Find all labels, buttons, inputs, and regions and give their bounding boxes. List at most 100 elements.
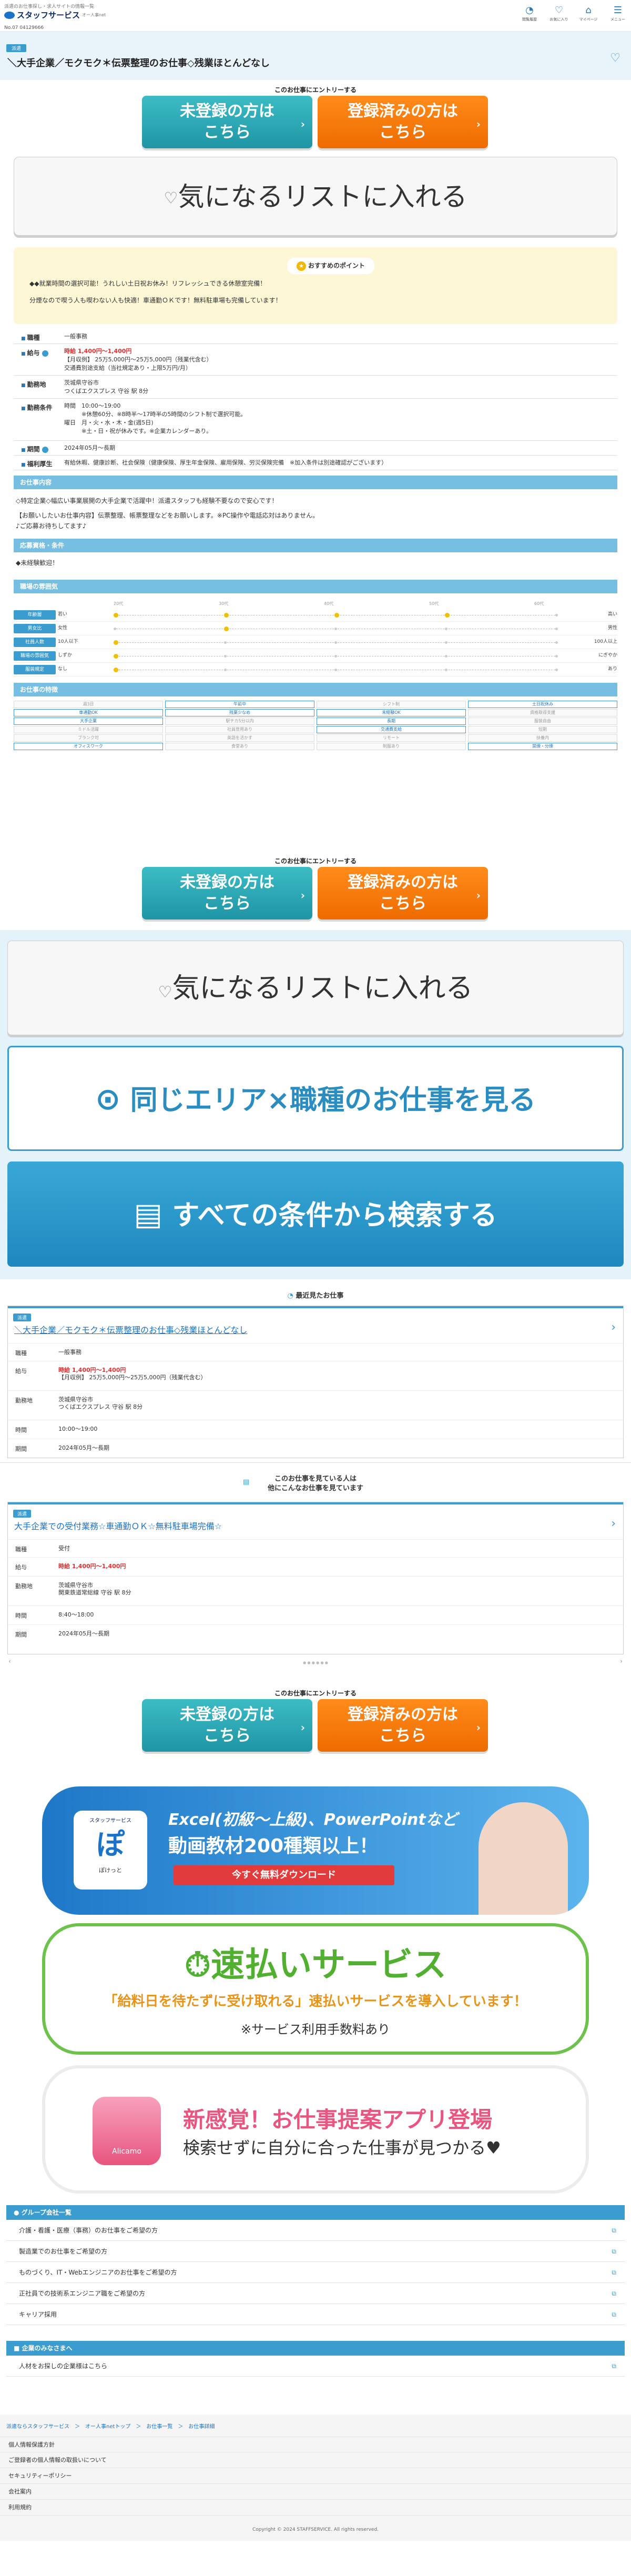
env-row: 職場の雰囲気 しずか にぎやか xyxy=(14,651,617,663)
same-area-jobs-button[interactable]: ⊙ 同じエリア×職種のお仕事を見る xyxy=(7,1046,624,1151)
logo-mark-icon xyxy=(4,11,15,19)
pocket-banner[interactable]: スタッフサービスぽぽけっと Excel(初級〜上級)、PowerPointなど … xyxy=(42,1786,589,1915)
env-level-dot xyxy=(445,669,447,671)
footer-link[interactable]: 個人情報保護方針 xyxy=(0,2437,631,2452)
env-level-dot xyxy=(224,641,227,644)
env-row: 年齢層 若い 高い xyxy=(14,610,617,622)
env-row: 社員人数 10人以下 100人以上 xyxy=(14,638,617,649)
recommend-box: ★ おすすめのポイント ◆◆就業時間の選択可能！うれしい土日祝お休み！リフレッシュ… xyxy=(14,247,617,324)
carousel-dots[interactable]: ● ● ● ● ● ● xyxy=(0,1661,631,1665)
section-heading-skills: 応募資格・条件 xyxy=(14,539,617,552)
site-logo[interactable]: スタッフサービス オー人事net xyxy=(4,9,106,21)
footer-link[interactable]: ご登録者の個人情報の取扱いについて xyxy=(0,2452,631,2468)
group-link[interactable]: 正社員での技術系エンジニア職をご希望の方 ⧉ xyxy=(6,2283,625,2304)
add-favorite-button[interactable]: ♡気になるリストに入れる xyxy=(7,941,624,1035)
env-level-dot xyxy=(334,641,337,644)
job-card[interactable]: 派遣 大手企業での受付業務☆車通勤ＯＫ☆無料駐車場完備☆ › 職種 受付 給与 時給… xyxy=(7,1502,624,1654)
heart-icon: ♡ xyxy=(158,983,172,1002)
env-left-label: 10人以下 xyxy=(58,639,78,644)
env-level-dot xyxy=(555,628,558,630)
footer-link[interactable]: 利用規約 xyxy=(0,2500,631,2516)
footer-link[interactable]: セキュリティーポリシー xyxy=(0,2468,631,2484)
info-icon[interactable] xyxy=(42,350,48,357)
section-heading-features: お仕事の特徴 xyxy=(14,683,617,696)
env-level-dot xyxy=(334,655,337,658)
registered-entry-button[interactable]: 登録済みの方は こちら › xyxy=(318,1699,488,1752)
also-viewed-section: ▤ このお仕事を見ている人は 他にこんなお仕事を見ています 派遣 大手企業での受付業… xyxy=(0,1462,631,1683)
recommend-badge: ★ おすすめのポイント xyxy=(287,258,375,274)
section-heading-about: お仕事内容 xyxy=(14,476,617,489)
detail-row: 勤務地茨城県守谷市つくばエクスプレス 守谷 駅 8分 xyxy=(14,376,617,399)
job-card[interactable]: 派遣 ＼大手企業／モクモク＊伝票整理のお仕事◇残業ほとんどなし › 職種 一般事務… xyxy=(7,1306,624,1458)
env-level-dot xyxy=(334,628,337,630)
env-level-dot xyxy=(114,628,116,630)
site-footer: 派遣ならスタッフサービス ＞ オー人事netトップ ＞ お仕事一覧 ＞ お仕事詳… xyxy=(0,2415,631,2541)
job-card-title[interactable]: 大手企業での受付業務☆車通勤ＯＫ☆無料駐車場完備☆ xyxy=(14,1519,222,1532)
chevron-right-icon: › xyxy=(476,1721,481,1734)
registered-entry-button[interactable]: 登録済みの方は こちら › xyxy=(318,867,488,920)
job-info-section: ◇特定企業◇幅広い事業展開の大手企業で活躍中！派遣スタッフも経験不要なので安心で… xyxy=(0,492,631,851)
env-level-dot xyxy=(555,655,558,658)
group-link[interactable]: 介護・看護・医療（事務）のお仕事をご希望の方 ⧉ xyxy=(6,2220,625,2241)
group-link[interactable]: ものづくり、IT・Webエンジニアのお仕事をご希望の方 ⧉ xyxy=(6,2262,625,2283)
env-right-label: 100人以上 xyxy=(594,639,617,644)
external-link-icon: ⧉ xyxy=(612,2227,616,2234)
entry-caption: このお仕事にエントリーする xyxy=(274,86,357,94)
recommend-points: ★ おすすめのポイント ◆◆就業時間の選択可能！うれしい土日祝お休み！リフレッシュ… xyxy=(0,244,631,329)
group-link[interactable]: 製造業でのお仕事をご希望の方 ⧉ xyxy=(6,2241,625,2262)
env-level-dot xyxy=(224,613,229,618)
env-row: 服装規定 なし あり xyxy=(14,665,617,676)
about-text-2: 【お願いしたいお仕事内容】伝票整理、帳票整理などをお願いします。※PC操作や電話… xyxy=(16,512,319,519)
env-level-dot xyxy=(445,613,450,618)
document-icon: ▤ xyxy=(243,1478,250,1486)
external-link-icon: ⧉ xyxy=(612,2269,616,2276)
info-icon[interactable] xyxy=(42,446,48,453)
env-right-label: 高い xyxy=(607,612,617,617)
feature-tag: ブランク可 xyxy=(14,734,163,742)
chevron-right-icon: › xyxy=(476,889,481,902)
favorites-button[interactable]: ♡ お気に入り xyxy=(549,4,569,22)
mypage-button[interactable]: ⌂ マイページ xyxy=(578,4,598,22)
corp-link[interactable]: 人材をお探しの企業様はこちら ⧉ xyxy=(6,2356,625,2377)
heart-icon: ♡ xyxy=(554,5,564,16)
recently-viewed-section: ◔ 最近見たお仕事 派遣 ＼大手企業／モクモク＊伝票整理のお仕事◇残業ほとんどな… xyxy=(0,1279,631,1462)
entry-section-2: このお仕事にエントリーする 未登録の方は こちら › 登録済みの方は こちら › xyxy=(0,851,631,930)
feature-tag: 土日祝休み xyxy=(468,701,617,708)
detail-row: 職種一般事務 xyxy=(14,329,617,344)
feature-tag: リモート xyxy=(317,734,466,742)
job-details-table: 職種一般事務 給与時給 1,400円〜1,400円【月収例】 25万5,000円… xyxy=(0,329,631,492)
env-level-dot xyxy=(224,627,229,631)
feature-tag: 駅チカ5分以内 xyxy=(165,718,314,725)
env-level-dot xyxy=(445,628,447,630)
hayabarai-banner[interactable]: ⏱速払いサービス 「給料日を待たずに受け取れる」速払いサービスを導入しています！… xyxy=(42,1923,589,2055)
unregistered-entry-button[interactable]: 未登録の方は こちら › xyxy=(142,1699,312,1752)
unregistered-entry-button[interactable]: 未登録の方は こちら › xyxy=(142,867,312,920)
breadcrumb[interactable]: 派遣ならスタッフサービス ＞ オー人事netトップ ＞ お仕事一覧 ＞ お仕事詳… xyxy=(6,2422,215,2430)
entry-caption: このお仕事にエントリーする xyxy=(274,857,357,865)
detail-row: 期間2024年05月〜長期 xyxy=(14,441,617,456)
alicamo-banner[interactable]: Alicamo 新感覚！お仕事提案アプリ登場 検索せずに自分に合った仕事が見つか… xyxy=(42,2065,589,2194)
document-search-icon: ▤ xyxy=(134,1196,163,1232)
external-link-icon: ⧉ xyxy=(612,2311,616,2318)
search-all-conditions-button[interactable]: ▤ すべての条件から検索する xyxy=(7,1161,624,1267)
unregistered-entry-button[interactable]: 未登録の方は こちら › xyxy=(142,96,312,148)
env-left-label: 若い xyxy=(58,612,68,617)
footer-link[interactable]: 会社案内 xyxy=(0,2484,631,2500)
chevron-right-icon: › xyxy=(476,118,481,130)
copyright: Copyright © 2024 STAFFSERVICE. All right… xyxy=(252,2527,379,2532)
feature-tag: 制服あり xyxy=(317,743,466,750)
heart-icon[interactable]: ♡ xyxy=(610,52,620,65)
env-row-label: 年齢層 xyxy=(14,610,56,620)
feature-tag: 短期 xyxy=(468,726,617,733)
add-favorite-button[interactable]: ♡気になるリストに入れる xyxy=(14,157,617,236)
registered-entry-button[interactable]: 登録済みの方は こちら › xyxy=(318,96,488,148)
history-button[interactable]: ◔ 閲覧履歴 xyxy=(520,4,540,22)
menu-button[interactable]: ☰ メニュー xyxy=(608,4,628,22)
favorite-section: ♡気になるリストに入れる xyxy=(0,149,631,244)
group-link[interactable]: キャリア採用 ⧉ xyxy=(6,2304,625,2325)
feature-tag: 車通勤OK xyxy=(14,709,163,716)
job-card-title[interactable]: ＼大手企業／モクモク＊伝票整理のお仕事◇残業ほとんどなし xyxy=(14,1323,248,1336)
feature-tag: シフト制 xyxy=(317,701,466,708)
feature-tag: 服装自由 xyxy=(468,718,617,725)
env-level-dot xyxy=(555,641,558,644)
